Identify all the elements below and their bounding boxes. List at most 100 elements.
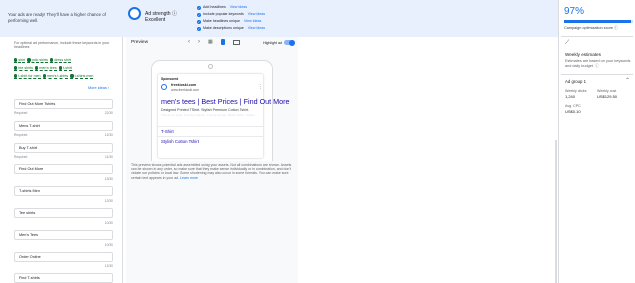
headline-field[interactable]: Mens T-shirt [14,121,113,131]
view-ideas-link[interactable]: View ideas [230,4,247,11]
divider [561,36,633,37]
info-icon: ⓘ [171,11,177,17]
stat-value: US$129.50 [597,94,618,99]
keyword-chip-row: shirt polo shirts dress shirt [14,58,71,63]
divider [158,126,263,127]
phone-camera-icon [208,64,213,69]
divider [558,0,559,283]
score-bar-fill [564,20,631,23]
headline-field[interactable]: Find Out More Tshirts [14,99,113,109]
chevron-up-icon[interactable]: ⌃ [625,77,630,84]
trending-icon: ⟋ [565,40,570,46]
grid-view-icon[interactable]: ▦ [208,39,213,45]
headline-meta: Required 22/30 [14,111,113,115]
more-options-icon[interactable]: ⋮ [258,84,263,90]
ad-headline[interactable]: men's tees | Best Prices | Find Out More [161,97,290,106]
weekly-estimates-title: Weekly estimates [565,52,601,57]
check-icon: ✓ [197,26,201,31]
sponsored-label: Sponsored [161,77,179,81]
add-icon [14,66,18,70]
keyword-chip[interactable]: tee shirts [14,66,33,71]
ad-strength-checklist: ✓ Add headlines View ideas ✓ Include popula… [197,4,265,32]
more-ideas-link[interactable]: More ideas › [88,86,109,90]
checklist-item: ✓ Add headlines View ideas [197,4,248,11]
add-icon [14,58,18,62]
info-icon: ⓘ [594,64,599,68]
view-ideas-link[interactable]: View ideas [248,25,265,32]
checklist-item: ✓ Make descriptions unique View ideas [197,25,266,32]
headline-field[interactable]: Men's Tees [14,230,113,240]
preview-disclaimer: This preview shows potential ads assembl… [131,163,292,180]
sitelink[interactable]: Stylish Cotton Tshirt [161,139,199,144]
headline-meta: 13/30 [104,177,113,181]
checklist-item: ✓ Make headlines unique View ideas [197,18,262,25]
add-icon [27,58,31,62]
ad-description-faded: Trendy for style. Trendy Fashion. Trendy… [161,113,257,117]
headline-meta: Required 11/30 [14,155,113,159]
preview-title: Preview [131,40,149,45]
keyword-chip[interactable]: men's t-shirts [42,74,69,79]
add-icon [42,74,46,78]
optimization-score-label: Campaign optimization score ⓘ [564,26,618,30]
toggle-knob [289,39,295,46]
stat-value: US$0.10 [565,109,581,114]
keyword-chip[interactable]: men's tees [34,66,57,71]
check-icon: ✓ [197,5,201,10]
ad-strength-value: Excellent [145,17,166,23]
weekly-estimates-note: Estimates are based on your keywords and… [565,59,631,68]
desktop-view-icon[interactable] [232,39,240,45]
headline-field[interactable]: Find T-shirts [14,273,113,283]
keyword-chip[interactable]: shirt [14,58,26,63]
keyword-chip[interactable]: dress shirt [49,58,71,63]
learn-more-link[interactable]: Learn more [180,176,198,180]
divider [158,136,263,137]
highlight-ad-toggle[interactable] [284,39,295,46]
headline-field[interactable]: Find Out More [14,164,113,174]
highlight-ad-label: Highlight ad [263,41,282,45]
info-icon: ⓘ [614,26,618,30]
keyword-chip-row: t-shirt for men men's t-shirts t-shirts … [14,74,94,79]
keyword-chip-row: tee shirts men's tees t-shirt [14,66,73,71]
chevron-right-icon[interactable]: › [198,39,200,45]
headline-meta: 10/30 [104,243,113,247]
checklist-item: ✓ Include popular keywords View ideas [197,11,266,18]
scrollbar[interactable] [555,140,557,283]
add-icon [70,74,74,78]
mobile-view-icon[interactable] [220,39,225,45]
chevron-left-icon[interactable]: ‹ [188,39,190,45]
headline-field[interactable]: Buy T-shirt [14,143,113,153]
optimization-score: 97% [564,6,585,17]
headline-field[interactable]: Order Online [14,252,113,262]
view-ideas-link[interactable]: View ideas [244,18,261,25]
headline-field[interactable]: Tee shirts [14,208,113,218]
stat-label: Weekly cost [597,89,617,93]
headline-field[interactable]: T-shirts Men [14,186,113,196]
view-ideas-link[interactable]: View ideas [248,11,265,18]
ad-strength-ring-icon [128,7,141,20]
ad-group-label: Ad group 1 [565,79,587,84]
keyword-chip[interactable]: t-shirt [58,66,73,71]
headline-meta: Required 12/30 [14,133,113,137]
stat-value: 1,240 [565,94,576,99]
add-icon [14,74,18,78]
keyword-chip[interactable]: polo shirts [27,58,48,63]
ad-domain: freekioski.com [171,83,197,87]
headline-meta: 12/30 [104,264,113,268]
check-icon: ✓ [197,19,201,24]
check-icon: ✓ [197,12,201,17]
keyword-chip[interactable]: t-shirt for men [14,74,41,79]
stat-label: Avg. CPC [565,104,581,108]
divider [561,74,633,75]
ad-display-url: www.freekioski.com [171,88,199,92]
headline-meta: 10/30 [104,221,113,225]
sitelink[interactable]: T-Shirt [161,129,174,134]
headline-meta: 12/30 [104,199,113,203]
favicon-icon [161,84,167,90]
banner-message: Your ads are ready! They'll have a highe… [8,12,106,23]
preview-toolbar: ‹ › ▦ [188,39,240,45]
keyword-chip[interactable]: t-shirts men [70,74,94,79]
stat-label: Weekly clicks [565,89,587,93]
add-icon [58,66,63,70]
chevron-right-icon: › [107,86,110,90]
ad-strength: Ad strength ⓘ Excellent [145,11,177,23]
